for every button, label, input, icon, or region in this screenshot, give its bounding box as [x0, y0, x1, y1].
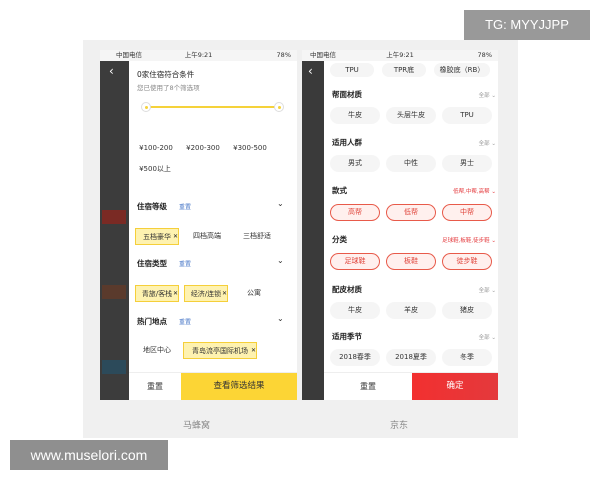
section-filter-summary[interactable]: 足球鞋,板鞋,徒步鞋 ⌄ — [442, 236, 496, 244]
section-filter-summary[interactable]: 全部 ⌄ — [479, 333, 496, 341]
option-chip[interactable]: TPR底 — [382, 63, 426, 77]
option-chip[interactable]: 三档舒适 — [235, 228, 279, 245]
price-slider[interactable] — [145, 106, 283, 108]
option-chip[interactable]: 四档高端 — [185, 228, 229, 245]
option-chip-selected[interactable]: 高帮 — [330, 204, 380, 221]
option-chip[interactable]: 橡胶底（RB） — [434, 63, 490, 77]
caption-mafengwo: 马蜂窝 — [183, 421, 211, 431]
option-chip[interactable]: 羊皮 — [386, 302, 436, 319]
slider-min-handle[interactable] — [141, 102, 151, 112]
background-list — [302, 50, 324, 400]
back-icon[interactable]: ‹ — [308, 64, 313, 78]
filter-panel: TPU TPR底 橡胶底（RB） 帮面材质 全部 ⌄ 牛皮 头层牛皮 TPU 适… — [324, 61, 498, 400]
battery-label: 78% — [276, 51, 291, 59]
option-chip[interactable]: 公寓 — [234, 285, 274, 302]
price-chip[interactable]: ¥200-300 — [182, 140, 224, 157]
clock: 上午9:21 — [184, 51, 213, 59]
section-filter-summary[interactable]: 全部 ⌄ — [479, 139, 496, 147]
option-chip-selected[interactable]: 五档豪华 ✕ — [135, 228, 179, 245]
filter-panel: 0家住宿符合条件 您已使用了8个筛选项 ¥100-200 ¥200-300 ¥3… — [129, 61, 297, 400]
option-chip[interactable]: 2018夏季 — [386, 349, 436, 366]
status-bar: 中国电信 上午9:21 78% — [100, 50, 297, 61]
price-chip[interactable]: ¥500以上 — [135, 161, 175, 178]
watermark-top: TG: MYYJJPP — [464, 10, 590, 40]
option-chip[interactable]: 男式 — [330, 155, 380, 172]
option-chip-selected[interactable]: 经济/连锁 ✕ — [184, 285, 228, 302]
option-chip[interactable]: 中性 — [386, 155, 436, 172]
option-chip[interactable]: TPU — [442, 107, 492, 124]
battery-label: 78% — [477, 51, 492, 59]
reset-button[interactable]: 重置 — [324, 373, 412, 400]
option-chip[interactable]: 地区中心 — [135, 342, 179, 359]
reset-grade-link[interactable]: 重置 — [179, 202, 191, 211]
option-chip-selected[interactable]: 板鞋 — [386, 253, 436, 270]
section-filter-summary[interactable]: 全部 ⌄ — [479, 286, 496, 294]
option-chip[interactable]: 冬季 — [442, 349, 492, 366]
option-chip-selected[interactable]: 足球鞋 — [330, 253, 380, 270]
option-chip[interactable]: 2018春季 — [330, 349, 380, 366]
section-title-upper-material: 帮面材质 — [332, 90, 362, 99]
section-title-audience: 适用人群 — [332, 138, 362, 147]
view-results-button[interactable]: 查看筛选结果 — [181, 373, 297, 400]
back-icon[interactable]: ‹ — [109, 64, 114, 78]
mafengwo-phone: 中国电信 上午9:21 78% ‹ 0家住宿符合条件 您已使用了8个筛选项 ¥1… — [100, 50, 297, 400]
watermark-bottom: www.muselori.com — [10, 440, 168, 470]
section-title-grade: 住宿等级 — [137, 202, 167, 211]
section-title-season: 适用季节 — [332, 332, 362, 341]
reset-type-link[interactable]: 重置 — [179, 259, 191, 268]
option-chip[interactable]: 牛皮 — [330, 302, 380, 319]
status-bar: 中国电信 上午9:21 78% — [302, 50, 498, 61]
option-chip[interactable]: 猪皮 — [442, 302, 492, 319]
option-chip-selected[interactable]: 徒步鞋 — [442, 253, 492, 270]
clock: 上午9:21 — [386, 51, 414, 59]
jd-phone: 中国电信 上午9:21 78% ‹ TPU TPR底 橡胶底（RB） 帮面材质 … — [302, 50, 498, 400]
result-count: 0家住宿符合条件 — [137, 70, 195, 79]
section-filter-summary[interactable]: 低帮,中帮,高帮 ⌄ — [453, 187, 496, 195]
action-bar: 重置 确定 — [324, 372, 498, 400]
reset-button[interactable]: 重置 — [129, 373, 181, 400]
background-list — [100, 50, 129, 400]
section-title-category: 分类 — [332, 235, 347, 244]
option-chip[interactable]: 头层牛皮 — [386, 107, 436, 124]
option-chip[interactable]: 男士 — [442, 155, 492, 172]
reset-location-link[interactable]: 重置 — [179, 317, 191, 326]
filters-used: 您已使用了8个筛选项 — [137, 84, 200, 92]
option-chip-selected[interactable]: 青旅/客栈 ✕ — [135, 285, 179, 302]
option-chip-selected[interactable]: 中帮 — [442, 204, 492, 221]
section-title-type: 住宿类型 — [137, 259, 167, 268]
option-chip[interactable]: 牛皮 — [330, 107, 380, 124]
option-chip[interactable]: TPU — [330, 63, 374, 77]
section-filter-summary[interactable]: 全部 ⌄ — [479, 91, 496, 99]
chevron-down-icon[interactable]: ⌄ — [277, 314, 284, 323]
option-chip-selected[interactable]: 青岛流亭国际机场 ✕ — [183, 342, 257, 359]
confirm-button[interactable]: 确定 — [412, 373, 498, 400]
option-chip-selected[interactable]: 低帮 — [386, 204, 436, 221]
chevron-down-icon[interactable]: ⌄ — [277, 256, 284, 265]
chevron-down-icon[interactable]: ⌄ — [277, 199, 284, 208]
section-title-lining: 配皮材质 — [332, 285, 362, 294]
section-title-style: 款式 — [332, 186, 347, 195]
price-chip[interactable]: ¥100-200 — [135, 140, 177, 157]
action-bar: 重置 查看筛选结果 — [129, 372, 297, 400]
section-title-location: 热门地点 — [137, 317, 167, 326]
caption-jd: 京东 — [390, 421, 409, 431]
price-chip[interactable]: ¥300-500 — [229, 140, 271, 157]
slider-max-handle[interactable] — [274, 102, 284, 112]
